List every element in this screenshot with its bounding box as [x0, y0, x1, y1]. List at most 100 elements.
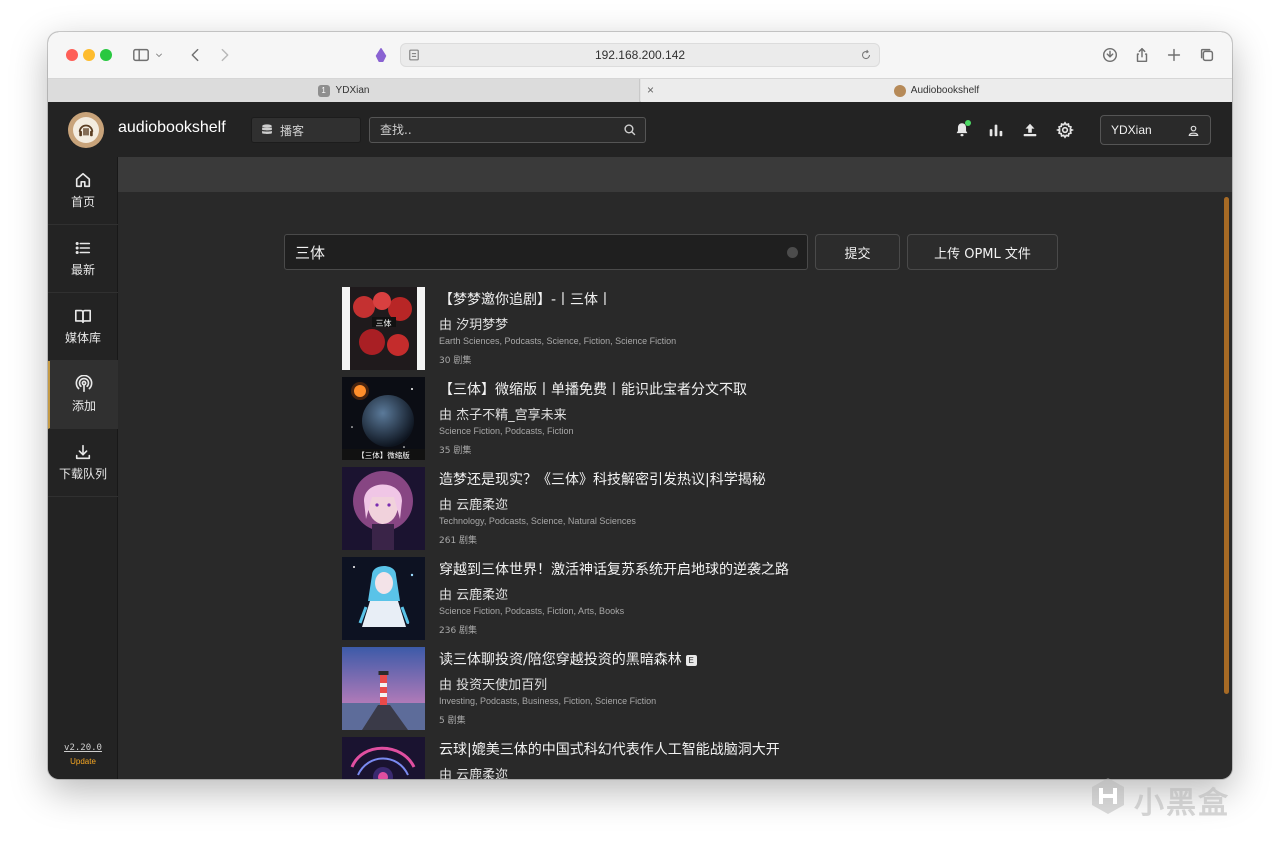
- update-link[interactable]: Update: [48, 757, 118, 766]
- app-header: audiobookshelf 播客 YDXian: [48, 102, 1232, 157]
- notification-dot: [965, 120, 971, 126]
- result-title[interactable]: 云球|媲美三体的中国式科幻代表作人工智能战脑洞大开: [439, 739, 780, 759]
- global-search-input[interactable]: [370, 118, 620, 142]
- back-icon[interactable]: [184, 44, 206, 66]
- podcast-cover[interactable]: [342, 737, 425, 779]
- extension-icon[interactable]: [370, 44, 392, 66]
- sidebar-item-label: 媒体库: [64, 331, 101, 345]
- sidebar-toggle-icon[interactable]: [130, 44, 152, 66]
- podcast-icon: [75, 375, 93, 393]
- tab-audiobookshelf[interactable]: × Audiobookshelf: [641, 79, 1232, 102]
- podcast-search-input[interactable]: [285, 235, 765, 269]
- tab-label: Audiobookshelf: [910, 85, 980, 96]
- result-title[interactable]: 穿越到三体世界！激活神话复苏系统开启地球的逆袭之路: [439, 559, 789, 579]
- sidebar: 首页 最新 媒体库 添加 下载队列 v2.20.0 Update: [48, 157, 118, 779]
- sidebar-item-label: 首页: [70, 195, 95, 209]
- result-genres: Science Fiction, Podcasts, Fiction: [439, 426, 574, 436]
- submit-button[interactable]: 提交: [815, 234, 900, 270]
- sidebar-item-library[interactable]: 媒体库: [48, 293, 118, 361]
- brand-name[interactable]: audiobookshelf: [118, 119, 226, 137]
- reload-icon[interactable]: [859, 48, 873, 62]
- upload-icon[interactable]: [1019, 119, 1041, 141]
- search-result[interactable]: 造梦还是现实？《三体》科技解密引发热议|科学揭秘 由 云鹿柔迩 Technolo…: [342, 467, 1042, 551]
- downloads-icon[interactable]: [1099, 44, 1121, 66]
- result-episodes: 30 剧集: [439, 356, 472, 366]
- tab-badge: 1: [317, 84, 330, 97]
- sidebar-item-home[interactable]: 首页: [48, 157, 118, 225]
- explicit-badge: E: [685, 655, 697, 666]
- podcast-cover[interactable]: 三体: [342, 287, 425, 370]
- podcast-cover[interactable]: [342, 467, 425, 550]
- close-window-button[interactable]: [66, 49, 78, 61]
- address-bar[interactable]: 192.168.200.142: [400, 43, 880, 67]
- clear-search-icon[interactable]: [787, 247, 798, 258]
- tab-overview-icon[interactable]: [1196, 44, 1218, 66]
- browser-toolbar: 192.168.200.142: [48, 32, 1232, 78]
- cover-title: 【三体】微缩版: [357, 450, 410, 460]
- sidebar-item-latest[interactable]: 最新: [48, 225, 118, 293]
- result-title[interactable]: 读三体聊投资/陪您穿越投资的黑暗森林 E: [439, 649, 697, 669]
- watermark: 小黑盒: [1088, 772, 1248, 821]
- tab-ydxian[interactable]: 1 YDXian: [48, 79, 640, 102]
- result-genres: Earth Sciences, Podcasts, Science, Ficti…: [439, 336, 677, 346]
- tab-bar: 1 YDXian × Audiobookshelf: [48, 78, 1232, 102]
- podcast-cover[interactable]: [342, 557, 425, 640]
- search-result[interactable]: 【三体】微缩版 【三体】微缩版丨单播免费丨能识此宝者分文不取 由 杰子不精_宫享…: [342, 377, 1042, 461]
- watermark-text: 小黑盒: [1134, 786, 1230, 821]
- sidebar-item-add[interactable]: 添加: [48, 361, 118, 429]
- scrollbar[interactable]: [1224, 197, 1229, 694]
- toolbar-strip: [118, 157, 1232, 192]
- favicon-icon: [893, 84, 906, 97]
- download-icon: [75, 444, 91, 460]
- result-episodes: 236 剧集: [439, 626, 478, 636]
- user-menu-button[interactable]: YDXian: [1100, 115, 1211, 145]
- podcast-cover[interactable]: [342, 647, 425, 730]
- close-tab-icon[interactable]: ×: [647, 83, 654, 97]
- notifications-bell-icon[interactable]: [951, 119, 973, 141]
- result-author: 由 云鹿柔迩: [439, 498, 509, 513]
- library-select[interactable]: 播客: [251, 117, 361, 143]
- share-icon[interactable]: [1131, 44, 1153, 66]
- minimize-window-button[interactable]: [83, 49, 95, 61]
- search-result[interactable]: 穿越到三体世界！激活神话复苏系统开启地球的逆袭之路 由 云鹿柔迩 Science…: [342, 557, 1042, 641]
- forward-icon[interactable]: [214, 44, 236, 66]
- book-icon: [74, 309, 92, 324]
- upload-opml-button[interactable]: 上传 OPML 文件: [907, 234, 1058, 270]
- settings-gear-icon[interactable]: [1054, 119, 1076, 141]
- url-text: 192.168.200.142: [594, 48, 686, 62]
- new-tab-icon[interactable]: [1163, 44, 1185, 66]
- podcast-cover[interactable]: 【三体】微缩版: [342, 377, 425, 460]
- sidebar-item-label: 下载队列: [58, 467, 107, 481]
- result-author: 由 杰子不精_宫享未来: [439, 408, 567, 423]
- result-author: 由 投资天使加百列: [439, 678, 548, 693]
- tab-label: YDXian: [335, 85, 370, 96]
- result-title[interactable]: 造梦还是现实？《三体》科技解密引发热议|科学揭秘: [439, 469, 766, 489]
- result-author: 由 云鹿柔迩: [439, 588, 509, 603]
- global-search[interactable]: [369, 117, 646, 143]
- browser-window: 192.168.200.142 1 YDXian × Audiobookshel…: [48, 32, 1232, 779]
- result-episodes: 261 剧集: [439, 536, 478, 546]
- result-episodes: 5 剧集: [439, 716, 466, 726]
- result-episodes: 35 剧集: [439, 446, 472, 456]
- result-title[interactable]: 【梦梦邀你追剧】-丨三体丨: [439, 289, 612, 309]
- search-result[interactable]: 云球|媲美三体的中国式科幻代表作人工智能战脑洞大开 由 云鹿柔迩: [342, 737, 1042, 779]
- podcast-search-box[interactable]: [284, 234, 808, 270]
- user-icon: [1188, 125, 1199, 136]
- username: YDXian: [1111, 123, 1152, 137]
- home-icon: [75, 172, 91, 188]
- result-title-text: 读三体聊投资/陪您穿越投资的黑暗森林: [439, 652, 682, 668]
- result-title[interactable]: 【三体】微缩版丨单播免费丨能识此宝者分文不取: [439, 379, 747, 399]
- version-link[interactable]: v2.20.0: [48, 743, 118, 753]
- zoom-window-button[interactable]: [100, 49, 112, 61]
- sidebar-item-label: 添加: [71, 399, 96, 413]
- search-result[interactable]: 三体 【梦梦邀你追剧】-丨三体丨 由 汐玥梦梦 Earth Sciences, …: [342, 287, 1042, 371]
- result-author: 由 汐玥梦梦: [439, 318, 509, 333]
- search-result[interactable]: 读三体聊投资/陪您穿越投资的黑暗森林 E 由 投资天使加百列 Investing,…: [342, 647, 1042, 731]
- database-icon: [262, 124, 272, 134]
- result-genres: Investing, Podcasts, Business, Fiction, …: [439, 696, 657, 706]
- cover-title: 三体: [376, 318, 392, 328]
- stats-icon[interactable]: [985, 119, 1007, 141]
- chevron-down-icon[interactable]: [152, 44, 166, 66]
- logo-icon[interactable]: [68, 112, 104, 148]
- sidebar-item-download-queue[interactable]: 下载队列: [48, 429, 118, 497]
